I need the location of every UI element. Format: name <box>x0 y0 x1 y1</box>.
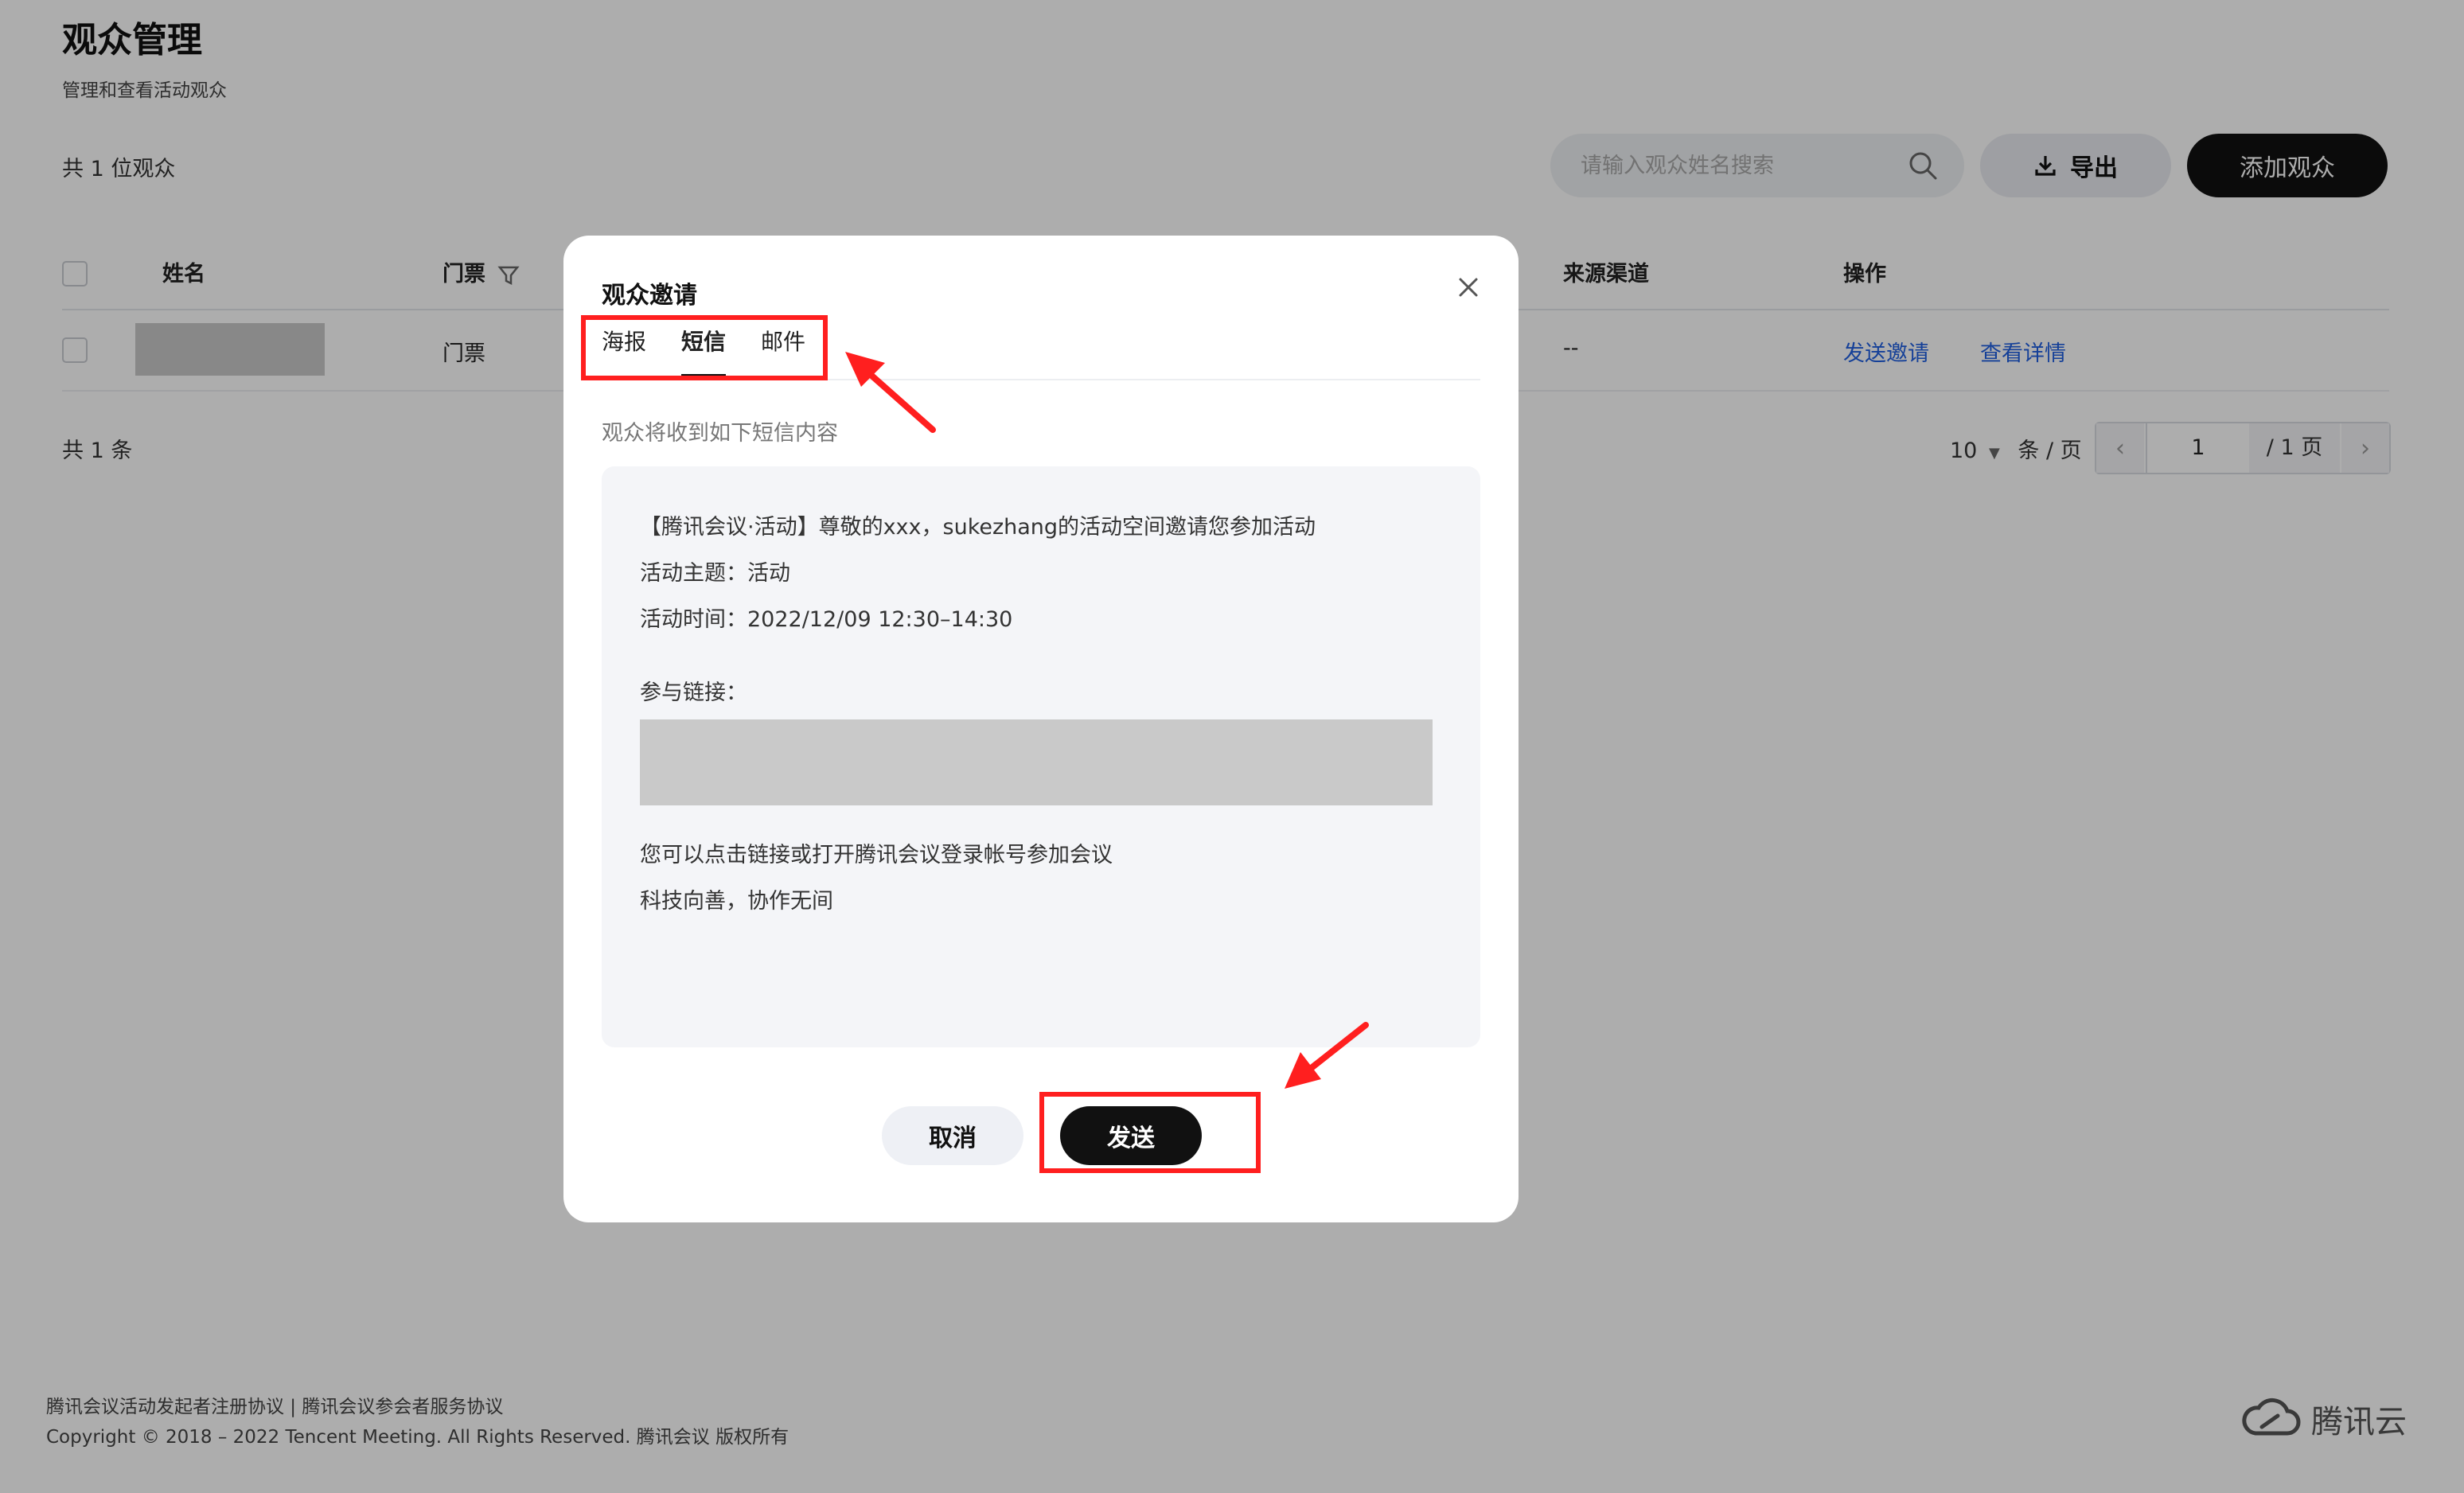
arrow-to-tabs <box>845 352 936 433</box>
annotation-arrows <box>845 352 1369 1089</box>
arrow-to-send <box>1285 1022 1369 1089</box>
